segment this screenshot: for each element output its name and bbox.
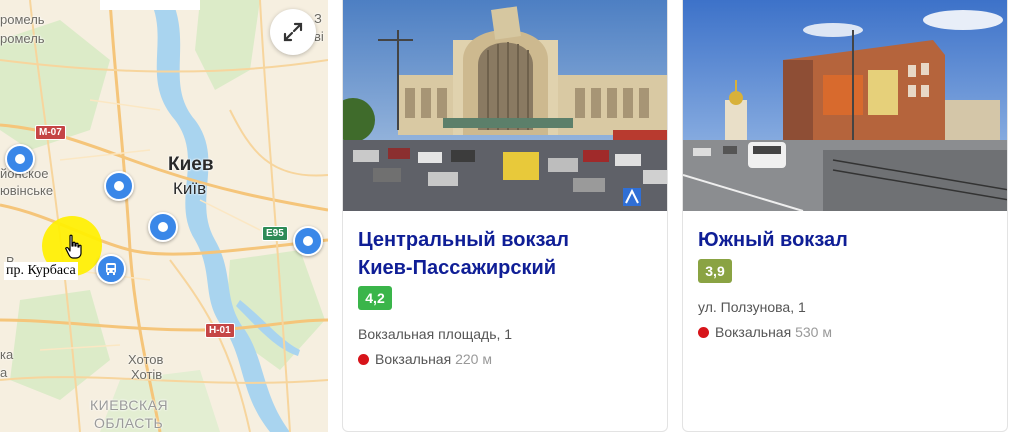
map-label-khotov-ua: Хотів	[131, 367, 163, 382]
map-label-region-1: КИЕВСКАЯ	[90, 397, 169, 413]
map-label-edge-z: З	[314, 11, 322, 26]
map-poi-marker[interactable]	[5, 144, 35, 174]
map-label-edge-ka: ка	[0, 347, 14, 362]
station-card[interactable]: Южный вокзал 3,9 ул. Ползунова, 1 Вокзал…	[682, 0, 1008, 432]
map-widget[interactable]: ромель ромель йонское ювінське Киев Київ…	[0, 0, 328, 432]
map-transit-marker[interactable]	[96, 254, 126, 284]
rating-badge: 3,9	[698, 259, 732, 283]
station-title[interactable]: Центральный вокзал Киев-Пассажирский	[358, 226, 658, 282]
road-shield-h01: H-01	[205, 323, 235, 338]
map-label-romel-2: ромель	[0, 31, 45, 46]
expand-map-button[interactable]	[270, 9, 316, 55]
station-title-line: Киев-Пассажирский	[358, 257, 557, 279]
map-label-region-2: ОБЛАСТЬ	[94, 415, 164, 431]
bus-icon	[104, 262, 118, 276]
metro-distance: 220 м	[455, 351, 492, 367]
map-label-sofiyivska-ua: ювінське	[0, 183, 54, 198]
map-label-romel-1: ромель	[0, 12, 45, 27]
map-top-strip	[100, 0, 200, 10]
metro-station: Вокзальная	[375, 351, 452, 367]
station-title-line: Южный вокзал	[698, 229, 848, 251]
expand-icon	[283, 22, 303, 42]
hand-pointer-icon	[65, 234, 82, 259]
map-label-kyiv-ru: Киев	[168, 154, 214, 175]
metro-distance: 530 м	[795, 324, 832, 340]
station-address: ул. Ползунова, 1	[698, 299, 806, 315]
map-label-edge-a: а	[0, 365, 8, 380]
metro-info: Вокзальная 220 м	[358, 350, 492, 368]
map-label-khotov-ru: Хотов	[128, 352, 164, 367]
road-shield-e95: E95	[262, 226, 288, 241]
station-photo[interactable]	[683, 0, 1007, 211]
station-address: Вокзальная площадь, 1	[358, 326, 513, 342]
road-shield-m07: M-07	[35, 125, 66, 140]
station-title-line: Центральный вокзал	[358, 229, 569, 251]
map-poi-marker[interactable]	[148, 212, 178, 242]
map-label-kyiv-ua: Київ	[173, 179, 207, 198]
station-card[interactable]: Центральный вокзал Киев-Пассажирский 4,2…	[342, 0, 668, 432]
station-photo[interactable]	[343, 0, 667, 211]
metro-line-icon	[698, 327, 709, 338]
metro-info: Вокзальная 530 м	[698, 323, 832, 341]
metro-station: Вокзальная	[715, 324, 792, 340]
page: ромель ромель йонское ювінське Киев Київ…	[0, 0, 1016, 446]
map-poi-marker[interactable]	[293, 226, 323, 256]
rating-badge: 4,2	[358, 286, 392, 310]
metro-line-icon	[358, 354, 369, 365]
map-poi-marker[interactable]	[104, 171, 134, 201]
station-title[interactable]: Южный вокзал	[698, 226, 998, 254]
street-tag: пр. Курбаса	[4, 262, 78, 280]
